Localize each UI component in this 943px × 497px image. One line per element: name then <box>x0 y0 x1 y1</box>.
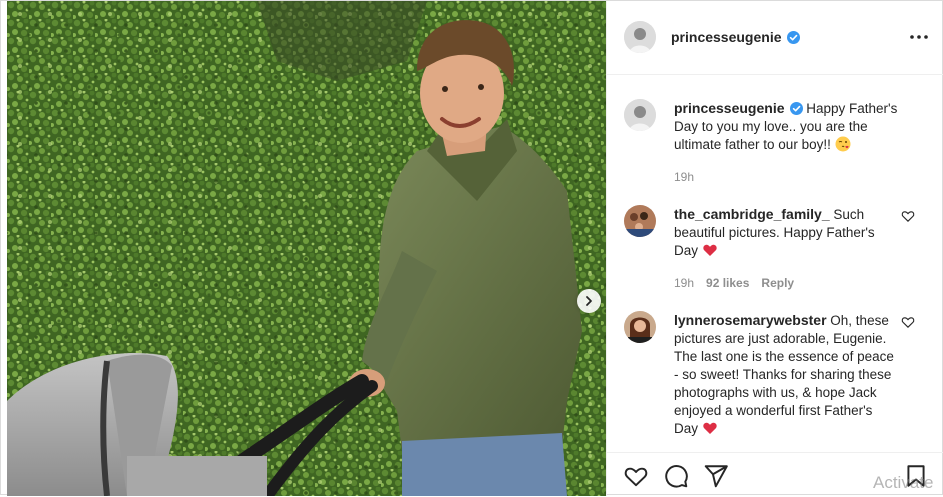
avatar-photo <box>624 21 656 53</box>
commenter-username[interactable]: the_cambridge_family_ <box>674 206 830 222</box>
reply-button[interactable]: Reply <box>761 274 794 292</box>
comment-meta: 19h 92 likes Reply <box>674 274 899 292</box>
bookmark-icon[interactable] <box>903 463 929 489</box>
caption-username[interactable]: princesseugenie <box>674 100 785 116</box>
caption-time[interactable]: 19h <box>674 168 694 186</box>
author-username[interactable]: princesseugenie <box>671 29 782 45</box>
post-photo[interactable] <box>7 1 606 496</box>
comment-body: lynnerosemarywebster Oh, these pictures … <box>674 311 899 438</box>
like-comment-icon[interactable] <box>901 209 915 223</box>
author-name-row: princesseugenie <box>671 29 800 45</box>
red-heart-icon <box>703 244 717 256</box>
post-header: princesseugenie <box>607 1 943 75</box>
avatar-photo <box>624 99 656 131</box>
paper-plane-icon[interactable] <box>703 463 729 489</box>
commenter-avatar[interactable] <box>624 311 656 343</box>
post-side-panel: princesseugenie princesseugenie Happy Fa… <box>606 1 943 496</box>
avatar-photo <box>624 205 656 237</box>
commenter-username[interactable]: lynnerosemarywebster <box>674 312 827 328</box>
comment-time[interactable]: 19h <box>674 274 694 292</box>
comment-likes[interactable]: 92 likes <box>706 274 749 292</box>
caption-meta: 19h <box>674 168 899 186</box>
comment-body: the_cambridge_family_ Such beautiful pic… <box>674 205 899 292</box>
like-comment-icon[interactable] <box>901 315 915 329</box>
photo-illustration <box>7 1 606 496</box>
comments-list[interactable]: princesseugenie Happy Father's Day to yo… <box>607 75 943 451</box>
chevron-right-icon <box>586 296 592 306</box>
instagram-post: princesseugenie princesseugenie Happy Fa… <box>0 0 943 496</box>
red-heart-icon <box>703 422 717 434</box>
heart-outline-icon[interactable] <box>623 463 649 489</box>
avatar-photo <box>624 311 656 343</box>
more-options-icon[interactable] <box>907 29 931 45</box>
comment-text: Oh, these pictures are just adorable, Eu… <box>674 313 894 436</box>
next-photo-button[interactable] <box>577 289 601 313</box>
verified-badge-icon <box>789 102 803 115</box>
post-actions-bar <box>607 452 943 497</box>
caption-body: princesseugenie Happy Father's Day to yo… <box>674 99 899 186</box>
verified-badge-icon <box>786 30 800 44</box>
kissing-face-wink-icon <box>835 136 851 152</box>
speech-bubble-icon[interactable] <box>663 463 689 489</box>
commenter-avatar[interactable] <box>624 205 656 237</box>
author-avatar[interactable] <box>624 21 656 53</box>
caption-avatar[interactable] <box>624 99 656 131</box>
